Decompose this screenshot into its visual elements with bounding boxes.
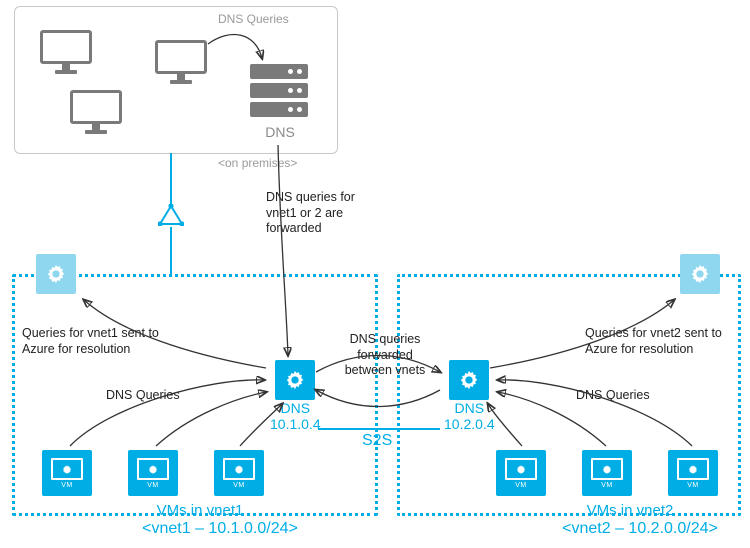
vnet1-vms-label: VMs in vnet1 <box>110 502 290 519</box>
on-prem-dns-label: DNS <box>258 124 302 140</box>
vm-icon: VM <box>214 450 264 496</box>
on-prem-dns-server-icon <box>250 64 308 118</box>
onprem-dns-queries-label: DNS Queries <box>218 12 289 26</box>
vm-label: VM <box>687 482 699 489</box>
vnet2-vms-label: VMs in vnet2 <box>540 502 720 519</box>
s2s-label: S2S <box>362 432 392 450</box>
network-node-icon <box>158 204 184 226</box>
vnet1-dns-label: DNS <box>270 400 321 416</box>
vnet1-dns-ip: 10.1.0.4 <box>270 416 321 432</box>
onprem-link-line <box>170 227 172 274</box>
vnet1-azure-label: Queries for vnet1 sent to Azure for reso… <box>22 326 162 357</box>
vm-label: VM <box>147 482 159 489</box>
vnet2-dns-server-icon <box>449 360 489 400</box>
onprem-forward-label: DNS queries for vnet1 or 2 are forwarded <box>266 190 386 237</box>
vnet2-cidr-label: <vnet2 – 10.2.0.0/24> <box>520 520 750 538</box>
client-computer-icon <box>155 40 207 86</box>
s2s-link-line <box>318 428 440 430</box>
vm-icon: VM <box>668 450 718 496</box>
azure-dns-resolver-icon <box>36 254 76 294</box>
vnet1-cidr-label: <vnet1 – 10.1.0.0/24> <box>100 520 340 538</box>
vm-icon: VM <box>496 450 546 496</box>
vnet2-dnsq-label: DNS Queries <box>576 388 650 404</box>
client-computer-icon <box>40 30 92 76</box>
vnet2-azure-label: Queries for vnet2 sent to Azure for reso… <box>585 326 725 357</box>
vm-label: VM <box>515 482 527 489</box>
vnet2-dns-label: DNS <box>444 400 495 416</box>
vm-icon: VM <box>128 450 178 496</box>
client-computer-icon <box>70 90 122 136</box>
vm-label: VM <box>233 482 245 489</box>
vm-icon: VM <box>42 450 92 496</box>
onprem-link-line <box>170 153 172 205</box>
on-premises-caption: <on premises> <box>218 156 297 170</box>
vm-label: VM <box>61 482 73 489</box>
between-vnets-label: DNS queries forwarded between vnets <box>344 332 426 379</box>
vm-label: VM <box>601 482 613 489</box>
vnet1-dns-server-icon <box>275 360 315 400</box>
vnet1-dnsq-label: DNS Queries <box>106 388 180 404</box>
azure-dns-resolver-icon <box>680 254 720 294</box>
vnet2-dns-ip: 10.2.0.4 <box>444 416 495 432</box>
vm-icon: VM <box>582 450 632 496</box>
